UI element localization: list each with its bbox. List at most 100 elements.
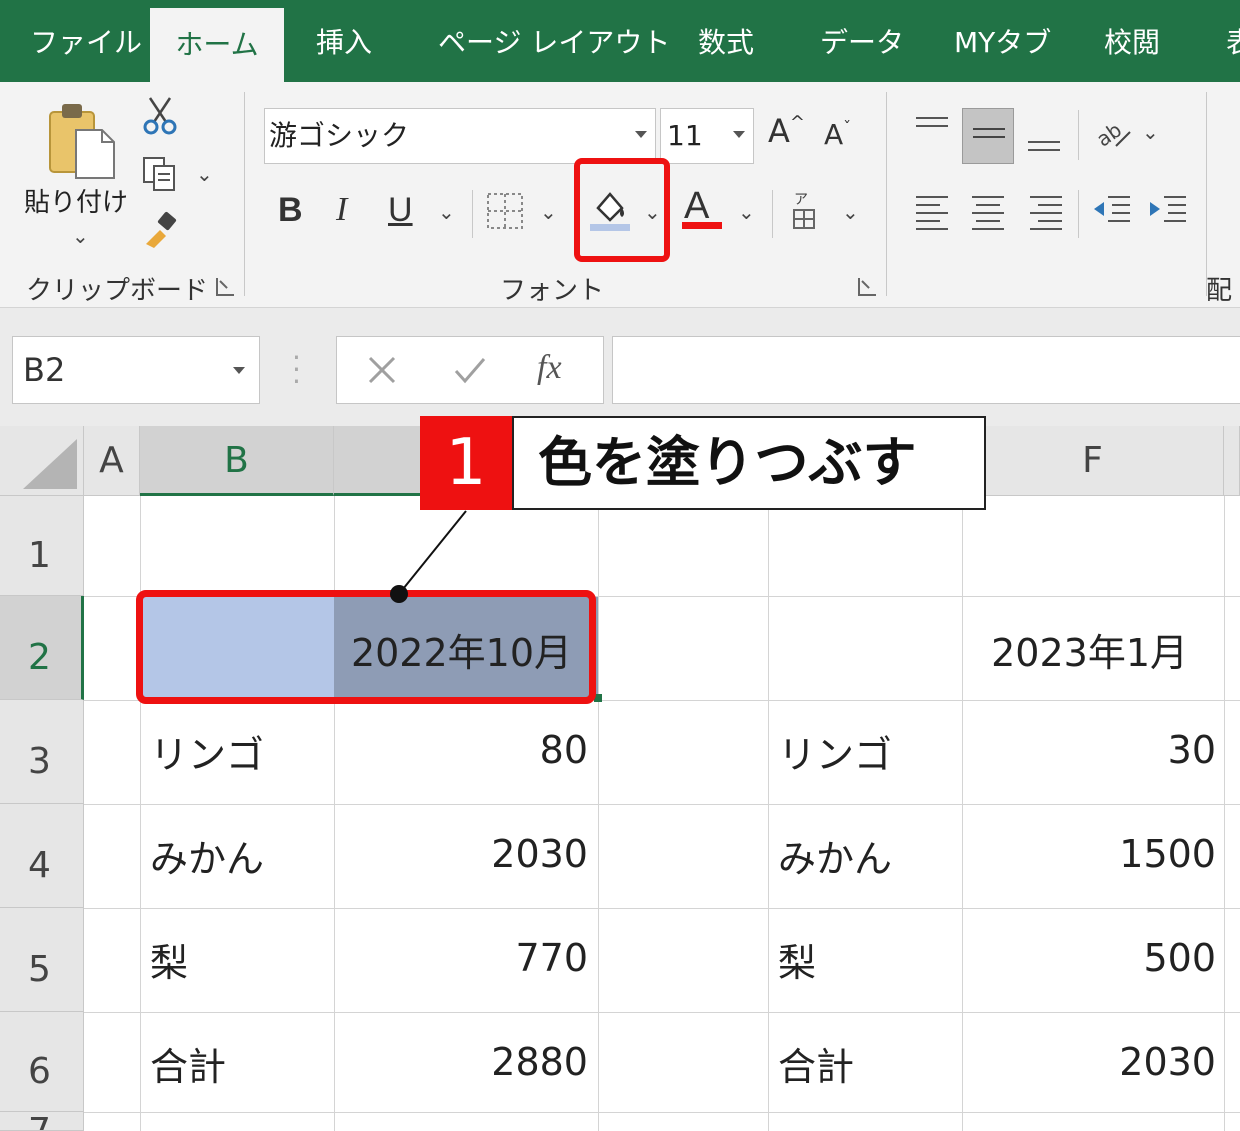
- borders-dropdown-icon[interactable]: ⌄: [540, 200, 557, 224]
- shrink-font-icon[interactable]: Aˇ: [824, 118, 851, 151]
- cell-b3[interactable]: リンゴ: [150, 724, 264, 779]
- font-size-dropdown-icon[interactable]: [733, 131, 745, 138]
- orientation-icon[interactable]: ab: [1094, 116, 1134, 150]
- cell-b6[interactable]: 合計: [150, 1036, 226, 1091]
- align-bottom-icon[interactable]: [1026, 128, 1062, 158]
- select-all-button[interactable]: [0, 426, 84, 496]
- enter-icon[interactable]: [453, 355, 487, 385]
- row-header-5[interactable]: 5: [0, 908, 84, 1012]
- cell-f5[interactable]: 500: [962, 936, 1216, 980]
- gridline: [84, 908, 1240, 909]
- cell-c3[interactable]: 80: [334, 728, 588, 772]
- callout-leader-line: [390, 510, 467, 603]
- underline-button[interactable]: U: [388, 190, 413, 230]
- row-header-7[interactable]: 7: [0, 1112, 84, 1131]
- ribbon-separator: [886, 92, 887, 296]
- tab-file[interactable]: ファイル: [30, 0, 142, 82]
- bold-button[interactable]: B: [278, 190, 303, 230]
- font-color-icon[interactable]: A: [684, 186, 709, 226]
- row-header-2[interactable]: 2: [0, 596, 84, 700]
- tab-view[interactable]: 表: [1226, 0, 1240, 82]
- align-right-icon[interactable]: [1028, 192, 1064, 232]
- copy-icon[interactable]: [140, 154, 180, 194]
- ribbon-separator: [472, 190, 473, 238]
- paste-dropdown-icon[interactable]: ⌄: [72, 224, 89, 248]
- tab-page-layout[interactable]: ページ レイアウト: [438, 0, 670, 82]
- align-left-icon[interactable]: [914, 192, 950, 232]
- row-header-1[interactable]: 1: [0, 496, 84, 596]
- row-header-4[interactable]: 4: [0, 804, 84, 908]
- cell-e5[interactable]: 梨: [778, 932, 816, 987]
- format-painter-icon[interactable]: [140, 210, 180, 250]
- ribbon-separator: [1078, 110, 1079, 160]
- align-middle-button[interactable]: [962, 108, 1014, 164]
- cell-e6[interactable]: 合計: [778, 1036, 854, 1091]
- paste-icon[interactable]: [46, 102, 116, 180]
- font-color-dropdown-icon[interactable]: ⌄: [738, 200, 755, 224]
- cell-f4[interactable]: 1500: [962, 832, 1216, 876]
- gridline: [768, 496, 769, 1131]
- align-top-icon[interactable]: [914, 112, 950, 148]
- tab-home[interactable]: ホーム: [150, 8, 284, 82]
- cell-f6[interactable]: 2030: [962, 1040, 1216, 1084]
- formula-input[interactable]: [612, 336, 1240, 404]
- clipboard-launcher-icon[interactable]: [216, 278, 234, 296]
- copy-dropdown-icon[interactable]: ⌄: [196, 162, 213, 186]
- svg-text:ア: ア: [794, 192, 808, 208]
- tab-insert[interactable]: 挿入: [316, 0, 372, 82]
- column-header-f[interactable]: F: [962, 426, 1224, 496]
- borders-icon[interactable]: [486, 192, 524, 230]
- orientation-dropdown-icon[interactable]: ⌄: [1142, 120, 1159, 144]
- step-instruction: 色を塗りつぶす: [512, 416, 986, 510]
- cell-b5[interactable]: 梨: [150, 932, 188, 987]
- cut-icon[interactable]: [140, 96, 180, 136]
- gridline: [962, 496, 963, 1131]
- cell-c4[interactable]: 2030: [334, 832, 588, 876]
- underline-dropdown-icon[interactable]: ⌄: [438, 200, 455, 224]
- cell-f3[interactable]: 30: [962, 728, 1216, 772]
- align-center-icon[interactable]: [970, 192, 1006, 232]
- tab-my[interactable]: MYタブ: [954, 0, 1051, 82]
- fill-color-highlight: [574, 158, 670, 262]
- ribbon-separator: [1206, 92, 1207, 296]
- tab-data[interactable]: データ: [820, 0, 904, 82]
- italic-button[interactable]: I: [336, 190, 347, 230]
- grow-font-icon[interactable]: A^: [768, 112, 805, 150]
- align-middle-icon: [973, 128, 1005, 138]
- column-header-b[interactable]: B: [140, 426, 334, 496]
- font-size-select[interactable]: 11: [660, 108, 754, 164]
- font-launcher-icon[interactable]: [858, 278, 876, 296]
- step-number-badge: 1: [420, 416, 512, 510]
- font-name-dropdown-icon[interactable]: [635, 131, 647, 138]
- cell-e3[interactable]: リンゴ: [778, 724, 892, 779]
- increase-indent-icon[interactable]: [1148, 192, 1188, 232]
- phonetic-guide-icon[interactable]: ア: [790, 190, 820, 232]
- font-color-swatch: [682, 222, 722, 229]
- resize-handle-icon[interactable]: · · ·: [292, 344, 301, 396]
- cell-b4[interactable]: みかん: [150, 828, 264, 883]
- decrease-indent-icon[interactable]: [1092, 192, 1132, 232]
- insert-function-icon[interactable]: fx: [537, 349, 562, 387]
- cancel-icon[interactable]: [367, 355, 397, 385]
- tab-review[interactable]: 校閲: [1104, 0, 1160, 82]
- row-header-6[interactable]: 6: [0, 1012, 84, 1112]
- formula-bar: B2 · · · fx: [0, 308, 1240, 426]
- ribbon-tab-bar: ファイル ホーム 挿入 ページ レイアウト 数式 データ MYタブ 校閲 表: [0, 0, 1240, 82]
- cell-c5[interactable]: 770: [334, 936, 588, 980]
- cell-e4[interactable]: みかん: [778, 828, 892, 883]
- phonetic-dropdown-icon[interactable]: ⌄: [842, 200, 859, 224]
- font-name-select[interactable]: 游ゴシック: [264, 108, 656, 164]
- cell-c6[interactable]: 2880: [334, 1040, 588, 1084]
- tab-formulas[interactable]: 数式: [698, 0, 754, 82]
- column-header-a[interactable]: A: [84, 426, 140, 496]
- cell-f2[interactable]: 2023年1月: [962, 622, 1188, 677]
- row-header-3[interactable]: 3: [0, 700, 84, 804]
- spreadsheet-grid: A B F 1 2 3 4 5 6 7 2022年10月 リンゴ 80 みかん …: [0, 426, 1240, 1131]
- alignment-group-label: 配: [1206, 276, 1233, 306]
- name-box[interactable]: B2: [12, 336, 260, 404]
- ribbon-separator: [244, 92, 245, 296]
- font-name-value: 游ゴシック: [269, 119, 410, 152]
- name-box-dropdown-icon[interactable]: [233, 367, 245, 374]
- paste-button-label[interactable]: 貼り付け: [24, 182, 128, 219]
- column-header-g[interactable]: [1224, 426, 1240, 496]
